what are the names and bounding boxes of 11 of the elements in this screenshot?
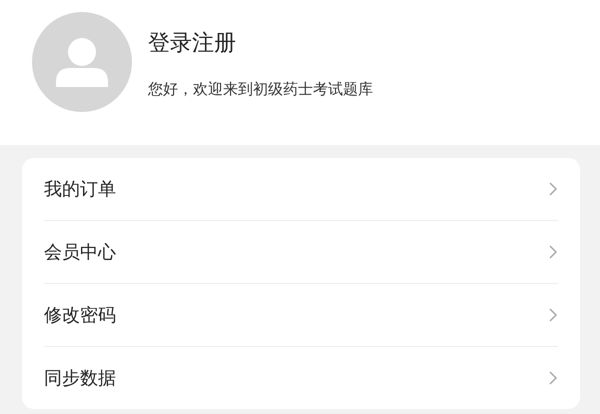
welcome-text: 您好，欢迎来到初级药士考试题库 xyxy=(148,80,373,99)
menu-item[interactable]: 同步数据 xyxy=(44,347,558,409)
menu-item[interactable]: 会员中心 xyxy=(44,221,558,284)
menu-item[interactable]: 修改密码 xyxy=(44,284,558,347)
chevron-right-icon xyxy=(548,370,558,386)
login-register-link[interactable]: 登录注册 xyxy=(148,28,373,58)
chevron-right-icon xyxy=(548,307,558,323)
avatar-icon[interactable] xyxy=(32,12,132,112)
chevron-right-icon xyxy=(548,244,558,260)
menu-item[interactable]: 我的订单 xyxy=(44,158,558,221)
chevron-right-icon xyxy=(548,181,558,197)
